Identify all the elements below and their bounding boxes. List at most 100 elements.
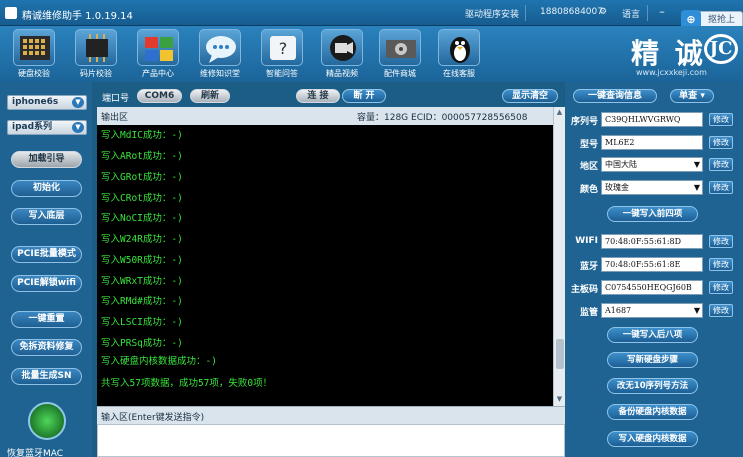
color-value: 玫瑰金: [605, 183, 629, 192]
output-console[interactable]: 写入MdIC成功：-) 写入ARot成功：-) 写入GRot成功：-) 写入CR…: [97, 125, 553, 406]
modify-bluetooth-button[interactable]: 修改: [709, 258, 733, 271]
series-select[interactable]: ipad系列 ▼: [7, 120, 87, 135]
left-panel: [0, 82, 92, 457]
penguin-service-icon: [438, 29, 480, 66]
pcie-unlock-wifi-button[interactable]: PCIE解锁wifi: [11, 275, 82, 292]
log-line: 写入CRot成功：-): [101, 193, 183, 204]
query-info-button[interactable]: 一键查询信息: [573, 89, 657, 103]
device-select-value: iphone6s: [12, 97, 59, 107]
chat-bubble-icon: [199, 29, 241, 66]
log-line: 写入GRot成功：-): [101, 172, 183, 183]
chevron-down-icon: ▼: [72, 97, 84, 108]
tool-product-center[interactable]: 产品中心: [133, 29, 183, 79]
write-last-eight-button[interactable]: 一键写入后八项: [607, 327, 698, 343]
model-field[interactable]: ML6E2: [601, 135, 703, 150]
board-code-field[interactable]: C0754550HEQGJ60B: [601, 280, 703, 295]
connect-button[interactable]: 连 接: [296, 89, 340, 103]
app-title: 精诚维修助手 1.0.19.14: [22, 11, 133, 22]
modify-regulatory-button[interactable]: 修改: [709, 304, 733, 317]
tool-label: 在线客服: [443, 69, 475, 78]
driver-install-link[interactable]: 驱动程序安装: [465, 7, 519, 20]
radar-label: 恢复蓝牙MAC: [7, 449, 64, 457]
tool-disk-verify[interactable]: 硬盘校验: [9, 29, 59, 79]
batch-sn-button[interactable]: 批量生成SN: [11, 368, 82, 385]
wifi-field[interactable]: 70:48:0F:55:61:8D: [601, 234, 703, 249]
input-header: 输入区(Enter键发送指令): [97, 406, 565, 424]
region-label: 地区: [579, 162, 598, 172]
tool-chip-verify[interactable]: 码片校验: [71, 29, 121, 79]
modify-board-code-button[interactable]: 修改: [709, 281, 733, 294]
video-camera-icon: [321, 29, 363, 66]
modify-serial-button[interactable]: 修改: [709, 113, 733, 126]
chip-icon: [75, 29, 117, 66]
log-line: 写入W24R成功：-): [101, 234, 183, 245]
backup-kernel-button[interactable]: 备份硬盘内核数据: [607, 404, 698, 420]
serial-field[interactable]: C39QHLWVGRWQ: [601, 112, 703, 127]
tool-qa[interactable]: ? 智能问答: [257, 29, 307, 79]
modify-color-button[interactable]: 修改: [709, 181, 733, 194]
toolbar: 硬盘校验 码片校验 产品中心 维修知识堂 ? 智能问答 精品视频 配件商城 在线…: [0, 26, 743, 82]
region-select[interactable]: 中国大陆 ▼: [601, 157, 703, 172]
radar-icon[interactable]: [28, 402, 66, 440]
tool-label: 产品中心: [142, 69, 174, 78]
device-select[interactable]: iphone6s ▼: [7, 95, 87, 110]
region-value: 中国大陆: [605, 160, 637, 169]
log-line: 共写入57项数据，成功57项，失败0项！: [101, 378, 273, 389]
tool-label: 码片校验: [80, 69, 112, 78]
app-logo-icon: [5, 7, 17, 19]
divider: [525, 5, 526, 21]
tool-online-service[interactable]: 在线客服: [434, 29, 484, 79]
regulatory-select[interactable]: A1687 ▼: [601, 303, 703, 318]
phone-number: 18808684007: [540, 7, 603, 17]
load-boot-button[interactable]: 加载引导: [11, 151, 82, 168]
clear-display-button[interactable]: 显示清空: [502, 89, 558, 103]
single-query-label: 单查: [679, 91, 698, 101]
output-scrollbar[interactable]: ▲ ▼: [553, 107, 565, 406]
repair-data-button[interactable]: 免拆资料修复: [11, 339, 82, 356]
color-select[interactable]: 玫瑰金 ▼: [601, 180, 703, 195]
write-kernel-button[interactable]: 写入硬盘内核数据: [607, 431, 698, 447]
new-disk-steps-button[interactable]: 写新硬盘步骤: [607, 352, 698, 368]
chevron-down-icon: ▼: [72, 122, 84, 133]
chevron-down-icon: ▼: [693, 183, 700, 192]
port-select[interactable]: COM6: [137, 89, 182, 103]
scroll-thumb[interactable]: [556, 339, 564, 369]
change-serial-method-button[interactable]: 改无10序列号方法: [607, 378, 698, 394]
board-code-label: 主板码: [570, 285, 598, 295]
tool-knowledge[interactable]: 维修知识堂: [195, 29, 245, 79]
write-first-four-button[interactable]: 一键写入前四项: [607, 206, 698, 222]
qa-icon: ?: [261, 29, 303, 66]
initialize-button[interactable]: 初始化: [11, 180, 82, 197]
minimize-icon[interactable]: –: [654, 4, 670, 20]
tool-video[interactable]: 精品视频: [317, 29, 367, 79]
bluetooth-field[interactable]: 70:48:0F:55:61:8E: [601, 257, 703, 272]
connection-controls: 端口号 COM6 刷新 连 接 断 开 显示清空: [92, 82, 558, 110]
log-line: 写入PRSq成功：-): [101, 338, 183, 349]
chevron-down-icon[interactable]: ▼: [554, 394, 565, 405]
regulatory-label: 监管: [579, 308, 598, 318]
language-menu[interactable]: 语言: [622, 7, 640, 20]
brand-name: 精 诚: [631, 37, 706, 70]
chevron-up-icon[interactable]: ▲: [554, 107, 565, 118]
pcie-batch-button[interactable]: PCIE批量模式: [11, 246, 82, 263]
gear-icon[interactable]: ⚙: [599, 7, 607, 17]
tool-parts-shop[interactable]: 配件商城: [375, 29, 425, 79]
write-base-button[interactable]: 写入底层: [11, 208, 82, 225]
single-query-button[interactable]: 单查 ▾: [670, 89, 714, 103]
tool-label: 智能问答: [266, 69, 298, 78]
command-input[interactable]: [97, 424, 565, 457]
chevron-down-icon: ▼: [693, 160, 700, 169]
modify-wifi-button[interactable]: 修改: [709, 235, 733, 248]
port-label: 端口号: [102, 94, 130, 104]
wifi-label: WIFI: [575, 236, 598, 246]
title-bar: 精诚维修助手 1.0.19.14 驱动程序安装 18808684007 ⚙ 语言…: [0, 0, 743, 41]
refresh-button[interactable]: 刷新: [190, 89, 230, 103]
disconnect-button[interactable]: 断 开: [342, 89, 386, 103]
log-line: 写入W50R成功：-): [101, 255, 183, 266]
divider: [647, 5, 648, 21]
one-click-reset-button[interactable]: 一键重置: [11, 311, 82, 328]
series-select-value: ipad系列: [12, 122, 53, 132]
modify-model-button[interactable]: 修改: [709, 136, 733, 149]
modify-region-button[interactable]: 修改: [709, 158, 733, 171]
capacity-ecid: 容量：128G ECID：000057728556508: [357, 113, 528, 123]
